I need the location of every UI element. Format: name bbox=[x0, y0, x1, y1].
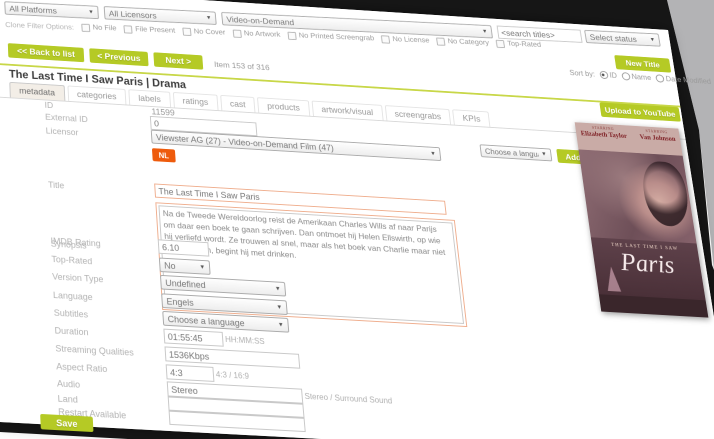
poster-credit-right: STARRING Van Johnson bbox=[639, 129, 678, 153]
checkbox-icon bbox=[182, 27, 191, 35]
poster-actor-name: Van Johnson bbox=[639, 133, 676, 142]
audio-hint: Stereo / Surround Sound bbox=[304, 392, 392, 406]
checkbox-no-printed-screengrab[interactable]: No Printed Screengrab bbox=[287, 31, 374, 43]
back-to-list-button[interactable]: << Back to list bbox=[8, 43, 84, 62]
chevron-down-icon: ▼ bbox=[276, 304, 282, 310]
field-label-language: Language bbox=[53, 290, 93, 302]
checkbox-icon bbox=[232, 29, 241, 37]
poster-photo bbox=[578, 149, 696, 243]
new-title-button[interactable]: New Title bbox=[614, 55, 671, 73]
platform-filter-select[interactable]: All Platforms ▼ bbox=[4, 1, 99, 19]
checkbox-label: Top-Rated bbox=[507, 40, 542, 49]
checkbox-label: No Printed Screengrab bbox=[298, 32, 374, 43]
checkbox-icon bbox=[81, 23, 90, 31]
sort-option-label: Name bbox=[631, 73, 652, 82]
checkbox-no-file[interactable]: No File bbox=[81, 23, 117, 33]
save-button[interactable]: Save bbox=[40, 414, 93, 432]
tab-kpis[interactable]: KPIs bbox=[452, 109, 490, 127]
field-label-top-rated: Top-Rated bbox=[51, 254, 92, 266]
licensor-value: Viewster AG (27) - Video-on-Demand Film … bbox=[156, 132, 334, 152]
aspect-ratio-input[interactable] bbox=[166, 364, 215, 382]
licensor-select[interactable]: Viewster AG (27) - Video-on-Demand Film … bbox=[151, 130, 442, 161]
checkbox-label: No Artwork bbox=[244, 29, 281, 38]
field-label-audio: Audio bbox=[57, 378, 81, 389]
field-label-version-type: Version Type bbox=[52, 272, 104, 285]
checkbox-no-cover[interactable]: No Cover bbox=[182, 27, 226, 37]
aspect-ratio-hint: 4:3 / 16:9 bbox=[216, 370, 250, 381]
language-value: Engels bbox=[166, 296, 194, 307]
tab-products[interactable]: products bbox=[257, 97, 310, 116]
field-label-aspect-ratio: Aspect Ratio bbox=[56, 361, 108, 374]
licensor-filter-select[interactable]: All Licensors ▼ bbox=[104, 6, 217, 25]
duration-input[interactable] bbox=[163, 329, 223, 347]
poster-credit-left: STARRING Elizabeth Taylor bbox=[580, 125, 629, 150]
imdb-rating-input[interactable] bbox=[158, 239, 210, 256]
poster-title-block: THE LAST TIME I SAW Paris bbox=[591, 237, 706, 300]
checkbox-no-category[interactable]: No Category bbox=[436, 37, 489, 47]
poster-actor-name: Elizabeth Taylor bbox=[580, 129, 627, 139]
chevron-down-icon: ▼ bbox=[278, 322, 284, 328]
chevron-down-icon: ▼ bbox=[430, 151, 436, 157]
duration-hint: HH:MM:SS bbox=[225, 335, 265, 346]
checkbox-label: No Cover bbox=[193, 27, 225, 36]
version-type-value: Undefined bbox=[165, 278, 206, 290]
tab-ratings[interactable]: ratings bbox=[172, 92, 218, 110]
field-label-id: ID bbox=[44, 100, 53, 110]
top-rated-select[interactable]: No ▼ bbox=[159, 258, 211, 275]
field-label-duration: Duration bbox=[54, 326, 88, 338]
chevron-down-icon: ▼ bbox=[199, 264, 205, 270]
sort-option-label: Date Modified bbox=[665, 75, 711, 86]
sort-radio-date-modified[interactable] bbox=[655, 75, 664, 83]
item-counter: Item 153 of 316 bbox=[214, 60, 270, 72]
checkbox-label: No File bbox=[92, 24, 116, 33]
checkbox-label: No Category bbox=[447, 37, 489, 47]
screen-backdrop: All Platforms ▼ All Licensors ▼ Video-on… bbox=[0, 0, 714, 439]
field-label-subtitles: Subtitles bbox=[54, 308, 89, 320]
subtitles-value: Choose a language bbox=[167, 314, 245, 328]
checkbox-top-rated[interactable]: Top-Rated bbox=[496, 39, 542, 49]
next-button[interactable]: Next > bbox=[153, 52, 203, 69]
chevron-down-icon: ▼ bbox=[649, 37, 655, 43]
sort-radio-id[interactable] bbox=[599, 71, 608, 79]
chevron-down-icon: ▼ bbox=[541, 152, 547, 158]
chevron-down-icon: ▼ bbox=[275, 286, 281, 292]
title-language-select[interactable]: Choose a language ▼ bbox=[480, 144, 553, 161]
title-language-value: Choose a language bbox=[484, 147, 539, 158]
checkbox-icon bbox=[287, 31, 296, 39]
tab-labels[interactable]: labels bbox=[128, 89, 170, 107]
checkbox-label: File Present bbox=[135, 25, 176, 35]
checkbox-no-artwork[interactable]: No Artwork bbox=[232, 29, 280, 39]
checkbox-label: No License bbox=[392, 35, 430, 44]
checkbox-icon bbox=[496, 40, 505, 48]
checkbox-icon bbox=[436, 37, 445, 45]
top-rated-value: No bbox=[164, 260, 176, 270]
chevron-down-icon: ▼ bbox=[482, 29, 488, 35]
checkbox-no-license[interactable]: No License bbox=[381, 35, 430, 45]
checkbox-icon bbox=[381, 35, 390, 43]
field-label-licensor: Licensor bbox=[46, 126, 79, 137]
sort-option-label: ID bbox=[609, 71, 618, 79]
nl-language-button[interactable]: NL bbox=[152, 148, 176, 162]
chevron-down-icon: ▼ bbox=[206, 15, 212, 21]
channel-filter-value: Video-on-Demand bbox=[226, 14, 295, 26]
cms-page: All Platforms ▼ All Licensors ▼ Video-on… bbox=[0, 0, 714, 439]
sort-radio-name[interactable] bbox=[621, 72, 630, 80]
platform-filter-value: All Platforms bbox=[9, 4, 57, 15]
chevron-down-icon: ▼ bbox=[88, 9, 94, 15]
field-label-title: Title bbox=[48, 180, 65, 190]
previous-button[interactable]: < Previous bbox=[89, 48, 148, 66]
clone-filter-label: Clone Filter Options: bbox=[5, 20, 74, 31]
field-label-land: Land bbox=[57, 394, 78, 405]
poster-photo-figure bbox=[639, 160, 692, 227]
checkbox-file-present[interactable]: File Present bbox=[124, 25, 176, 35]
tab-cast[interactable]: cast bbox=[220, 95, 256, 113]
field-label-streaming: Streaming Qualities bbox=[55, 343, 134, 357]
licensor-filter-value: All Licensors bbox=[108, 9, 156, 20]
field-label-external-id: External ID bbox=[45, 112, 88, 124]
checkbox-icon bbox=[124, 25, 133, 33]
sort-by-label: Sort by: bbox=[569, 69, 595, 79]
